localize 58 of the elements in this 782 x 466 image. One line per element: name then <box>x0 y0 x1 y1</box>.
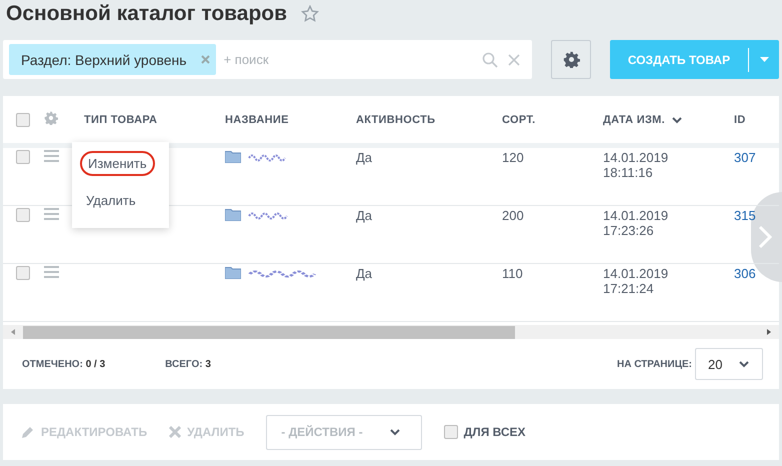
date-cell-text: 14.01.2019 17:23:26 <box>603 208 670 238</box>
folder-icon <box>225 266 241 279</box>
pencil-icon <box>21 425 35 439</box>
date-cell-text: 14.01.2019 18:11:16 <box>603 150 670 180</box>
sort-cell-text: 200 <box>502 208 525 223</box>
page-title: Основной каталог товаров <box>6 2 288 26</box>
folder-icon <box>225 150 241 163</box>
star-icon[interactable] <box>301 5 320 23</box>
chevron-right-icon[interactable] <box>758 225 772 249</box>
caret-icon[interactable] <box>760 57 768 62</box>
activity-cell-text: Да <box>356 208 374 223</box>
row-checkbox[interactable] <box>16 266 30 280</box>
column-header[interactable]: НАЗВАНИЕ <box>225 114 356 126</box>
total-count: ВСЕГО: 3 <box>165 358 211 370</box>
for-all-checkbox[interactable] <box>444 425 458 439</box>
column-header[interactable]: ТИП ТОВАРА <box>84 114 225 126</box>
row-checkbox[interactable] <box>16 150 30 164</box>
per-page-select[interactable]: 20 <box>695 348 763 380</box>
selected-count: ОТМЕЧЕНО: 0 / 3 <box>22 358 106 370</box>
column-header[interactable]: ДАТА ИЗМ. <box>603 114 734 126</box>
date-cell-text: 14.01.2019 17:21:24 <box>603 266 670 296</box>
sort-cell-text: 120 <box>502 150 525 165</box>
activity-cell-text: Да <box>356 266 374 281</box>
id-link[interactable]: 306 <box>734 266 779 281</box>
search-icon[interactable] <box>482 52 498 68</box>
column-header[interactable]: СОРТ. <box>502 114 603 126</box>
menu-item[interactable]: Изменить <box>80 151 155 176</box>
per-page-label: НА СТРАНИЦЕ: <box>616 358 692 370</box>
row-menu-icon[interactable] <box>44 150 59 162</box>
blurred-name-drawing <box>248 210 290 220</box>
column-header[interactable]: ID <box>734 114 779 126</box>
menu-item[interactable]: Удалить <box>72 186 150 219</box>
scroll-left-icon[interactable] <box>9 328 17 336</box>
row-menu-icon[interactable] <box>44 208 59 220</box>
horizontal-scrollbar[interactable] <box>3 325 779 339</box>
chevron-down-icon <box>738 360 750 368</box>
clear-icon[interactable] <box>508 54 520 66</box>
filter-tag[interactable]: Раздел: Верхний уровень <box>9 44 216 75</box>
close-icon[interactable] <box>200 55 210 64</box>
id-link[interactable]: 307 <box>734 150 779 165</box>
sort-cell-text: 110 <box>502 266 524 281</box>
folder-icon <box>225 208 241 221</box>
settings-button[interactable] <box>551 40 591 79</box>
settings-icon[interactable] <box>562 51 580 68</box>
row-checkbox[interactable] <box>16 208 30 222</box>
column-settings-icon[interactable] <box>44 111 58 125</box>
scroll-right-icon[interactable] <box>765 328 773 336</box>
column-header[interactable]: АКТИВНОСТЬ <box>356 114 502 126</box>
filter-search-field[interactable]: Раздел: Верхний уровень + поиск <box>3 40 532 79</box>
select-all-checkbox[interactable] <box>16 112 30 126</box>
id-link[interactable]: 315 <box>734 208 779 223</box>
row-menu-icon[interactable] <box>44 266 59 278</box>
blurred-name-drawing <box>248 152 288 162</box>
chevron-down-icon <box>388 428 401 436</box>
activity-cell-text: Да <box>356 150 374 165</box>
sort-chevron-icon <box>670 116 683 124</box>
cross-icon <box>169 426 182 438</box>
for-all-label: ДЛЯ ВСЕХ <box>464 425 526 439</box>
